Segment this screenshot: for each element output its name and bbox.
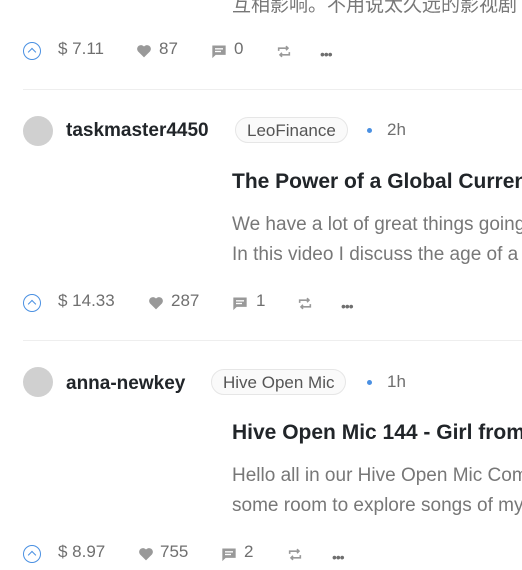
post-time: 2h xyxy=(387,120,406,139)
heart-icon[interactable] xyxy=(148,296,164,310)
payout-value[interactable]: $ 14.33 xyxy=(58,291,115,311)
more-options-icon[interactable]: ••• xyxy=(341,298,354,314)
comment-icon[interactable] xyxy=(221,547,237,562)
payout-value[interactable]: $ 8.97 xyxy=(58,542,105,562)
comments-count[interactable]: 2 xyxy=(244,542,253,562)
comments-count[interactable]: 0 xyxy=(234,39,243,59)
comment-icon[interactable] xyxy=(211,44,227,59)
post-summary-line[interactable]: some room to explore songs of my xyxy=(232,495,522,517)
post-summary-line[interactable]: In this video I discuss the age of a xyxy=(232,244,522,266)
upvote-icon[interactable] xyxy=(23,294,41,312)
votes-count[interactable]: 287 xyxy=(171,291,199,311)
separator-dot xyxy=(367,380,372,385)
heart-icon[interactable] xyxy=(138,547,154,561)
post-actions: $ 8.97 755 2 ••• xyxy=(23,542,522,570)
more-options-icon[interactable]: ••• xyxy=(320,46,333,62)
payout-value[interactable]: $ 7.11 xyxy=(58,39,104,59)
post-actions: $ 7.11 87 0 ••• xyxy=(23,39,522,67)
comment-icon[interactable] xyxy=(232,296,248,311)
post-snippet: 互相影响。不用说太久远的影视剧 xyxy=(232,0,518,14)
divider xyxy=(23,89,522,90)
reblog-icon[interactable] xyxy=(297,296,313,311)
post-actions: $ 14.33 287 1 ••• xyxy=(23,291,522,319)
votes-count[interactable]: 755 xyxy=(160,542,188,562)
author-name[interactable]: anna-newkey xyxy=(66,373,185,395)
author-name[interactable]: taskmaster4450 xyxy=(66,120,209,142)
separator-dot xyxy=(367,128,372,133)
post-summary-line[interactable]: Hello all in our Hive Open Mic Community xyxy=(232,465,522,487)
avatar[interactable] xyxy=(23,116,53,146)
heart-icon[interactable] xyxy=(136,44,152,58)
reblog-icon[interactable] xyxy=(287,547,303,562)
post-title[interactable]: The Power of a Global Currency xyxy=(232,170,522,194)
votes-count[interactable]: 87 xyxy=(159,39,178,59)
community-tag[interactable]: Hive Open Mic xyxy=(211,369,347,395)
community-tag[interactable]: LeoFinance xyxy=(235,117,348,143)
post-title[interactable]: Hive Open Mic 144 - Girl from xyxy=(232,421,522,445)
reblog-icon[interactable] xyxy=(276,44,292,59)
divider xyxy=(23,340,522,341)
post-summary-line[interactable]: We have a lot of great things going on xyxy=(232,214,522,236)
upvote-icon[interactable] xyxy=(23,545,41,563)
post-time: 1h xyxy=(387,372,406,391)
more-options-icon[interactable]: ••• xyxy=(332,549,345,565)
avatar[interactable] xyxy=(23,367,53,397)
comments-count[interactable]: 1 xyxy=(256,291,265,311)
upvote-icon[interactable] xyxy=(23,42,41,60)
